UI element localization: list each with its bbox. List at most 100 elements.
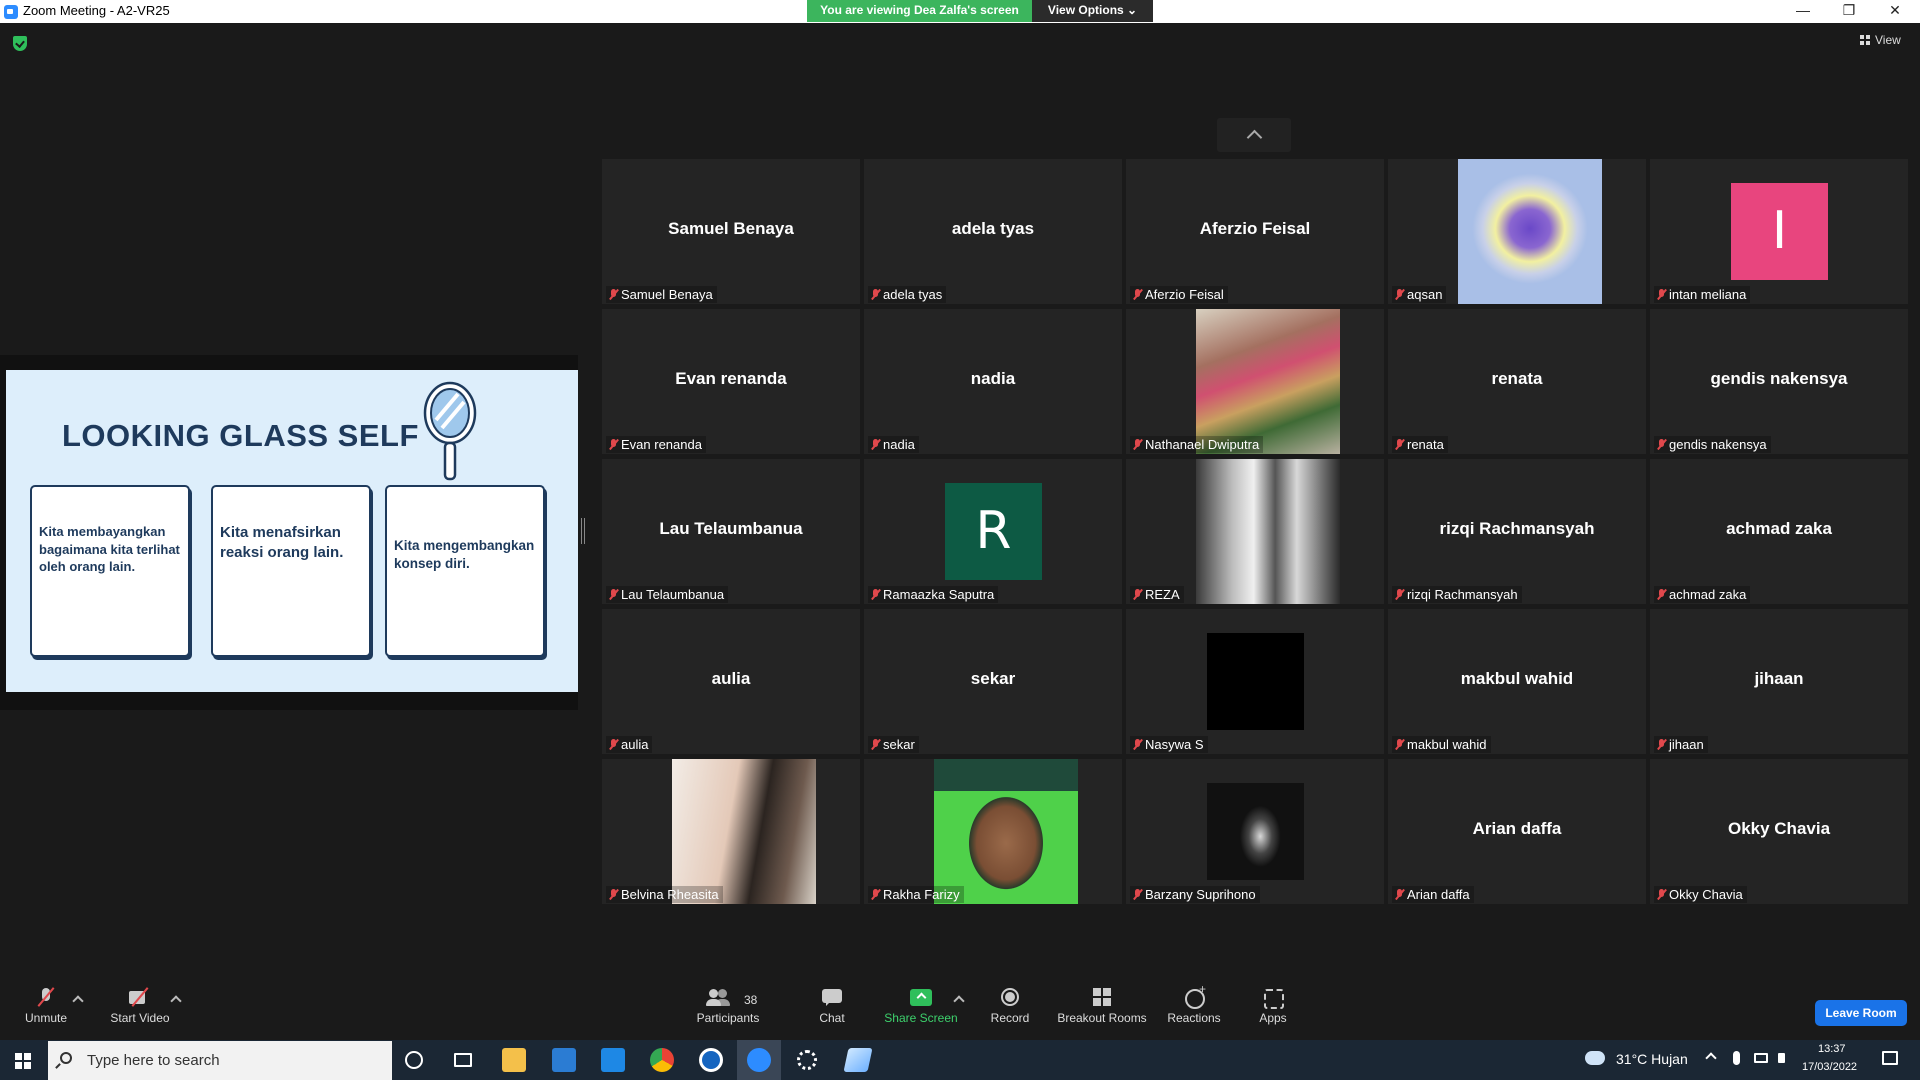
participant-name-label: Aferzio Feisal xyxy=(1130,286,1228,303)
share-screen-icon xyxy=(910,988,932,1006)
task-view-icon[interactable] xyxy=(454,1053,472,1067)
participant-display-name: achmad zaka xyxy=(1726,519,1832,538)
teamviewer-icon[interactable] xyxy=(699,1048,723,1072)
apps-button[interactable]: Apps xyxy=(1256,988,1290,1025)
muted-mic-icon xyxy=(1133,289,1142,300)
view-button[interactable]: View xyxy=(1860,33,1901,47)
participant-name-label: rizqi Rachmansyah xyxy=(1392,586,1522,603)
muted-mic-icon xyxy=(609,589,618,600)
participant-tile[interactable]: sekar sekar xyxy=(864,609,1122,754)
muted-mic-icon xyxy=(1133,889,1142,900)
participant-tile[interactable]: Barzany Suprihono xyxy=(1126,759,1384,904)
restore-button[interactable]: ❐ xyxy=(1826,0,1872,23)
slide-card-3: Kita mengembangkan konsep diri. xyxy=(385,485,545,657)
participant-tile[interactable]: achmad zaka achmad zaka xyxy=(1650,459,1908,604)
participant-name-label: gendis nakensya xyxy=(1654,436,1771,453)
cortana-icon[interactable] xyxy=(405,1051,423,1069)
notifications-icon[interactable] xyxy=(1882,1051,1898,1065)
audio-options-caret[interactable] xyxy=(72,995,84,1007)
participant-tile[interactable]: renata renata xyxy=(1388,309,1646,454)
chat-button[interactable]: Chat xyxy=(812,988,852,1025)
participant-tile[interactable]: Iintan meliana xyxy=(1650,159,1908,304)
participant-tile[interactable]: REZA xyxy=(1126,459,1384,604)
participant-avatar-image xyxy=(1196,309,1340,454)
unmute-button[interactable]: Unmute xyxy=(18,988,74,1025)
participant-avatar-image xyxy=(934,759,1078,904)
start-video-button[interactable]: Start Video xyxy=(104,988,176,1025)
network-icon[interactable] xyxy=(1754,1053,1768,1063)
participant-tile[interactable]: Samuel Benaya Samuel Benaya xyxy=(602,159,860,304)
participant-tile[interactable]: aulia aulia xyxy=(602,609,860,754)
participant-tile[interactable]: Lau Telaumbanua Lau Telaumbanua xyxy=(602,459,860,604)
participant-name: REZA xyxy=(1145,587,1180,602)
participant-tile[interactable]: makbul wahid makbul wahid xyxy=(1388,609,1646,754)
microphone-tray-icon[interactable] xyxy=(1733,1051,1740,1065)
security-shield-icon[interactable] xyxy=(13,36,27,51)
settings-gear-icon[interactable] xyxy=(797,1050,817,1070)
unmute-label: Unmute xyxy=(24,1011,68,1025)
microsoft-store-icon[interactable] xyxy=(552,1048,576,1072)
participant-name: Barzany Suprihono xyxy=(1145,887,1256,902)
start-video-label: Start Video xyxy=(110,1011,170,1025)
chrome-icon[interactable] xyxy=(650,1048,674,1072)
muted-mic-icon xyxy=(609,289,618,300)
participant-display-name: Aferzio Feisal xyxy=(1199,219,1311,238)
slide-card-1: Kita membayangkan bagaimana kita terliha… xyxy=(30,485,190,657)
participant-tile[interactable]: Okky Chavia Okky Chavia xyxy=(1650,759,1908,904)
participant-tile[interactable]: rizqi Rachmansyah rizqi Rachmansyah xyxy=(1388,459,1646,604)
breakout-rooms-button[interactable]: Breakout Rooms xyxy=(1056,988,1148,1025)
participant-name: Okky Chavia xyxy=(1669,887,1743,902)
record-button[interactable]: Record xyxy=(987,988,1033,1025)
taskbar-search-box[interactable]: Type here to search xyxy=(48,1041,392,1080)
participant-name: aulia xyxy=(621,737,649,752)
muted-mic-icon xyxy=(1395,739,1404,750)
muted-mic-icon xyxy=(1657,439,1666,450)
participant-tile[interactable]: adela tyas adela tyas xyxy=(864,159,1122,304)
split-view-handle[interactable] xyxy=(581,518,585,544)
participant-name: Rakha Farizy xyxy=(883,887,960,902)
participant-avatar-image xyxy=(672,759,816,904)
volume-icon[interactable] xyxy=(1778,1053,1785,1063)
participant-name: Nasywa S xyxy=(1145,737,1204,752)
clock-date[interactable]: 17/03/2022 xyxy=(1802,1061,1857,1073)
minimize-button[interactable]: — xyxy=(1780,0,1826,23)
clock-time[interactable]: 13:37 xyxy=(1818,1043,1846,1055)
participant-name-label: Ramaazka Saputra xyxy=(868,586,999,603)
participant-tile[interactable]: Aferzio Feisal Aferzio Feisal xyxy=(1126,159,1384,304)
mail-icon[interactable] xyxy=(601,1048,625,1072)
share-screen-button[interactable]: Share Screen xyxy=(881,988,961,1025)
participant-tile[interactable]: Nathanael Dwiputra xyxy=(1126,309,1384,454)
close-button[interactable]: ✕ xyxy=(1872,0,1918,23)
reactions-button[interactable]: Reactions xyxy=(1167,982,1221,1025)
participant-avatar-image xyxy=(1207,783,1304,880)
muted-mic-icon xyxy=(1657,589,1666,600)
participant-tile[interactable]: jihaan jihaan xyxy=(1650,609,1908,754)
participant-tile[interactable]: Evan renanda Evan renanda xyxy=(602,309,860,454)
participant-display-name: Arian daffa xyxy=(1472,819,1562,838)
muted-mic-icon xyxy=(1395,289,1404,300)
participant-tile[interactable]: gendis nakensya gendis nakensya xyxy=(1650,309,1908,454)
participant-tile[interactable]: Rakha Farizy xyxy=(864,759,1122,904)
collapse-gallery-button[interactable] xyxy=(1217,118,1291,152)
participant-tile[interactable]: aqsan xyxy=(1388,159,1646,304)
participant-tile[interactable]: nadia nadia xyxy=(864,309,1122,454)
participant-tile[interactable]: Nasywa S xyxy=(1126,609,1384,754)
file-explorer-icon[interactable] xyxy=(502,1048,526,1072)
participant-tile[interactable]: Arian daffa Arian daffa xyxy=(1388,759,1646,904)
notepad-icon[interactable] xyxy=(843,1048,873,1072)
weather-text[interactable]: 31°C Hujan xyxy=(1616,1051,1688,1067)
participant-tile[interactable]: R Ramaazka Saputra xyxy=(864,459,1122,604)
viewing-screen-banner: You are viewing Dea Zalfa's screen xyxy=(807,0,1032,22)
participant-display-name: aulia xyxy=(711,669,751,688)
letter-avatar: I xyxy=(1731,183,1828,280)
participant-name-label: makbul wahid xyxy=(1392,736,1491,753)
leave-room-button[interactable]: Leave Room xyxy=(1815,1000,1907,1026)
view-options-button[interactable]: View Options ⌄ xyxy=(1032,0,1153,22)
zoom-taskbar-icon[interactable] xyxy=(747,1048,771,1072)
record-label: Record xyxy=(990,1011,1030,1025)
muted-mic-icon xyxy=(609,739,618,750)
participant-tile[interactable]: Belvina Rheasita xyxy=(602,759,860,904)
muted-mic-icon xyxy=(1395,889,1404,900)
windows-start-icon[interactable] xyxy=(15,1053,31,1069)
participant-name: intan meliana xyxy=(1669,287,1747,302)
